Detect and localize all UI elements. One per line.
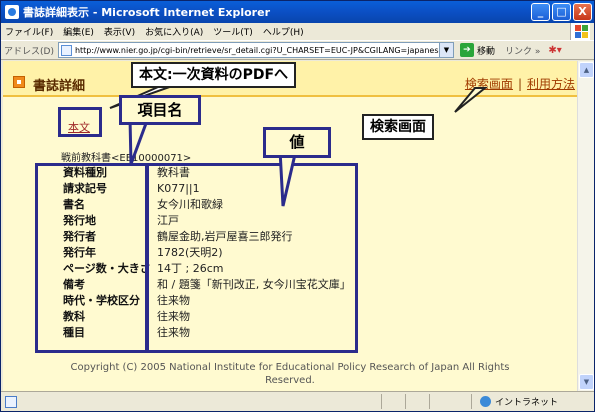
pdf-callout: 本文:一次資料のPDFへ [131, 62, 297, 88]
item-name-label: 項目名 [119, 95, 201, 125]
annotation-pointers [109, 83, 488, 207]
search-screen-callout: 検索画面 [362, 114, 434, 140]
value-label: 値 [263, 127, 331, 158]
